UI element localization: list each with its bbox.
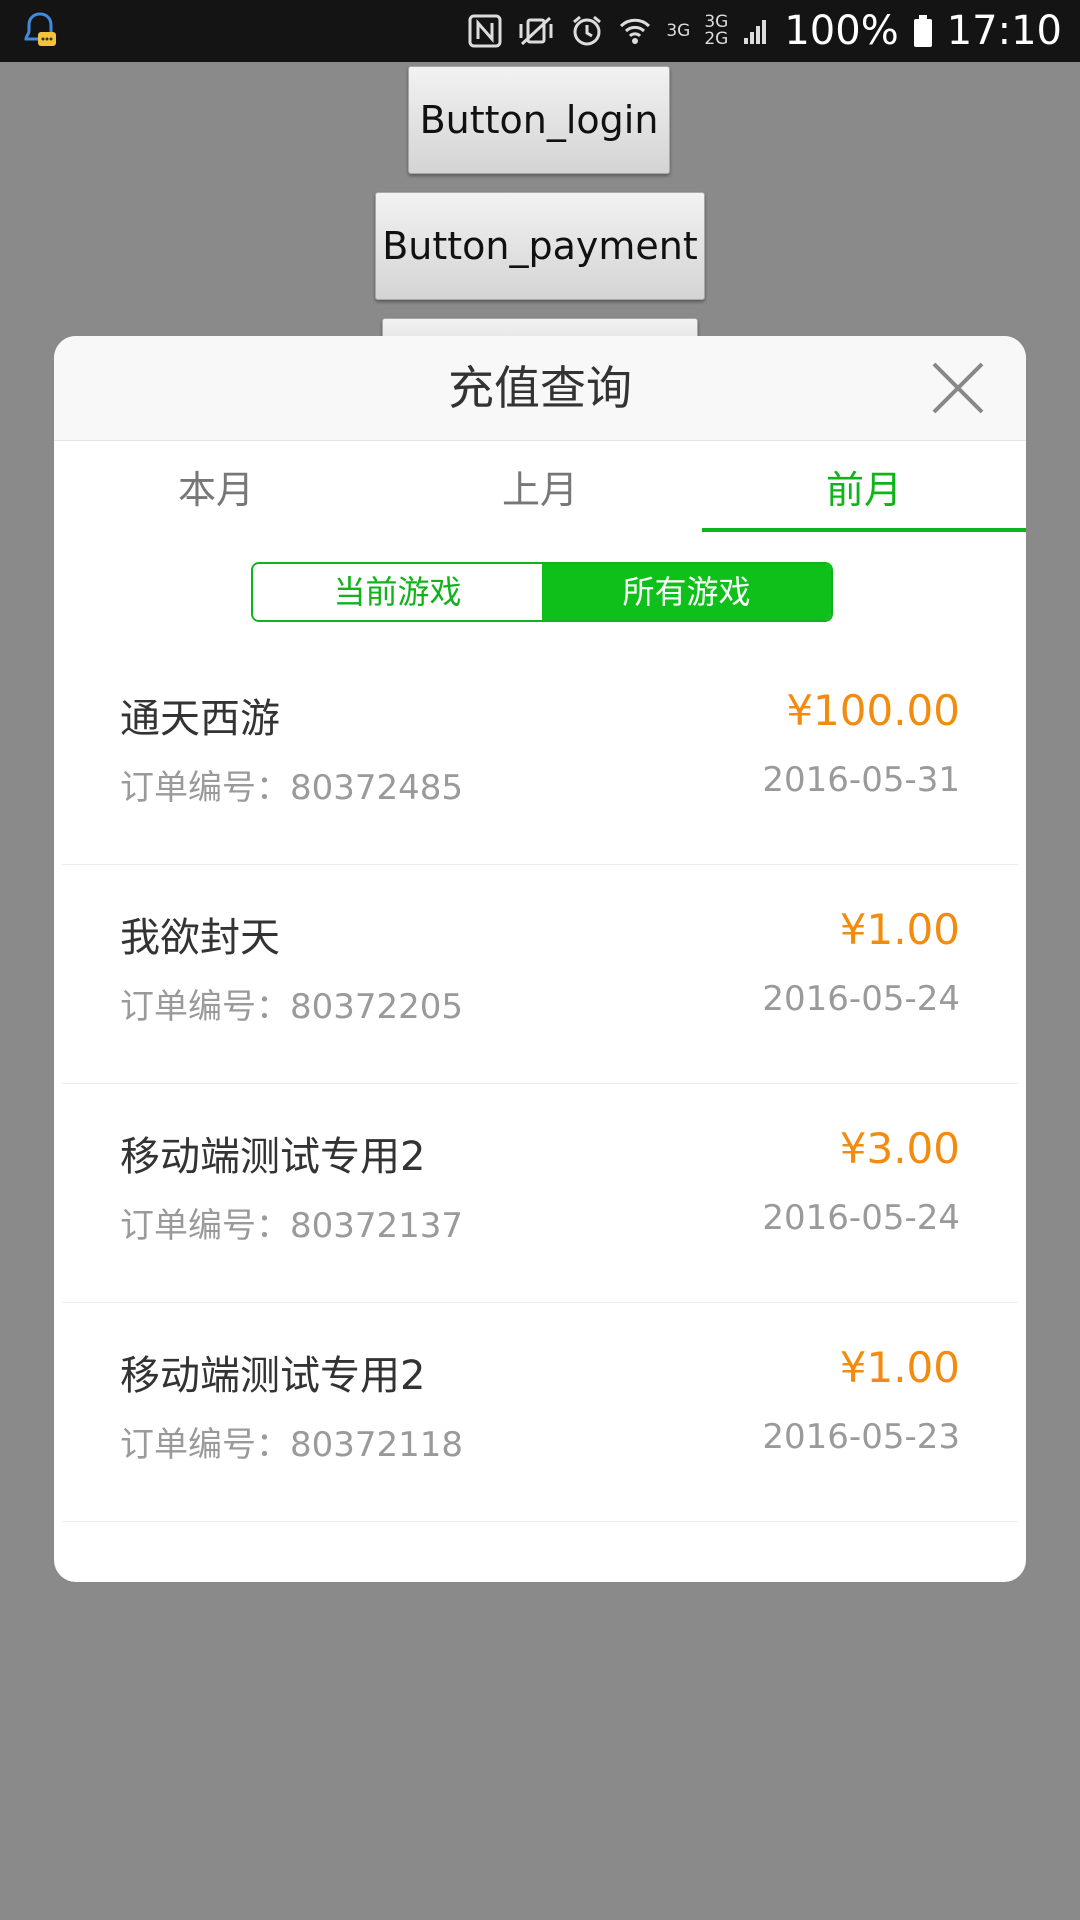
network-3g-label: 3G xyxy=(666,20,691,41)
record-order-number: 订单编号：80372205 xyxy=(120,987,464,1027)
list-item[interactable]: 我欲封天 ¥1.00 订单编号：80372205 2016-05-24 xyxy=(62,865,1018,1084)
list-item[interactable]: 通天西游 ¥100.00 订单编号：80372485 2016-05-31 xyxy=(62,646,1018,865)
record-game-name: 我欲封天 xyxy=(120,915,280,961)
signal-icon xyxy=(742,16,770,46)
battery-icon xyxy=(913,14,933,48)
close-icon[interactable] xyxy=(930,360,986,416)
recharge-record-list: 通天西游 ¥100.00 订单编号：80372485 2016-05-31 我欲… xyxy=(54,646,1026,1582)
record-date: 2016-05-31 xyxy=(762,760,960,800)
nfc-icon xyxy=(468,14,502,48)
record-order-number: 订单编号：80372137 xyxy=(120,1206,464,1246)
record-date: 2016-05-24 xyxy=(762,1198,960,1238)
record-amount: ¥1.00 xyxy=(839,1343,960,1392)
tab-last-month[interactable]: 上月 xyxy=(378,441,702,539)
record-order-number: 订单编号：80372118 xyxy=(120,1425,464,1465)
dialog-header: 充值查询 xyxy=(54,336,1026,441)
battery-percent: 100% xyxy=(784,8,899,54)
record-amount: ¥100.00 xyxy=(786,686,960,735)
game-filter-segment: 当前游戏 所有游戏 xyxy=(251,562,833,622)
list-item[interactable]: 移动端测试专用2 ¥1.00 订单编号：80372118 2016-05-23 xyxy=(62,1303,1018,1522)
clock: 17:10 xyxy=(946,8,1062,54)
wifi-icon xyxy=(618,14,652,48)
qq-notification-icon xyxy=(20,10,60,50)
tab-month-before-last[interactable]: 前月 xyxy=(702,441,1026,539)
segment-all-games[interactable]: 所有游戏 xyxy=(542,564,831,620)
tab-indicator xyxy=(702,528,1026,532)
login-button[interactable]: Button_login xyxy=(408,66,670,174)
status-bar: 3G 3G 2G 100% 17:10 xyxy=(0,0,1080,62)
dialog-title: 充值查询 xyxy=(448,361,632,415)
alarm-icon xyxy=(570,14,604,48)
record-order-number: 订单编号：80372485 xyxy=(120,768,464,808)
record-game-name: 移动端测试专用2 xyxy=(120,1134,426,1180)
payment-button[interactable]: Button_payment xyxy=(375,192,705,300)
record-game-name: 移动端测试专用2 xyxy=(120,1353,426,1399)
record-game-name: 通天西游 xyxy=(120,696,280,742)
segment-current-game[interactable]: 当前游戏 xyxy=(253,564,542,620)
tab-this-month[interactable]: 本月 xyxy=(54,441,378,539)
mute-vibrate-icon xyxy=(516,14,556,48)
list-item[interactable]: 移动端测试专用2 ¥3.00 订单编号：80372137 2016-05-24 xyxy=(62,1084,1018,1303)
record-date: 2016-05-24 xyxy=(762,979,960,1019)
list-item-partial[interactable] xyxy=(62,1522,1018,1582)
record-amount: ¥3.00 xyxy=(839,1124,960,1173)
record-date: 2016-05-23 xyxy=(762,1417,960,1457)
month-tabs: 本月 上月 前月 xyxy=(54,441,1026,539)
network-3g2g-label: 3G 2G xyxy=(704,12,729,49)
recharge-query-dialog: 充值查询 本月 上月 前月 当前游戏 所有游戏 通天西游 ¥100.00 订单编… xyxy=(54,336,1026,1582)
record-amount: ¥1.00 xyxy=(839,905,960,954)
